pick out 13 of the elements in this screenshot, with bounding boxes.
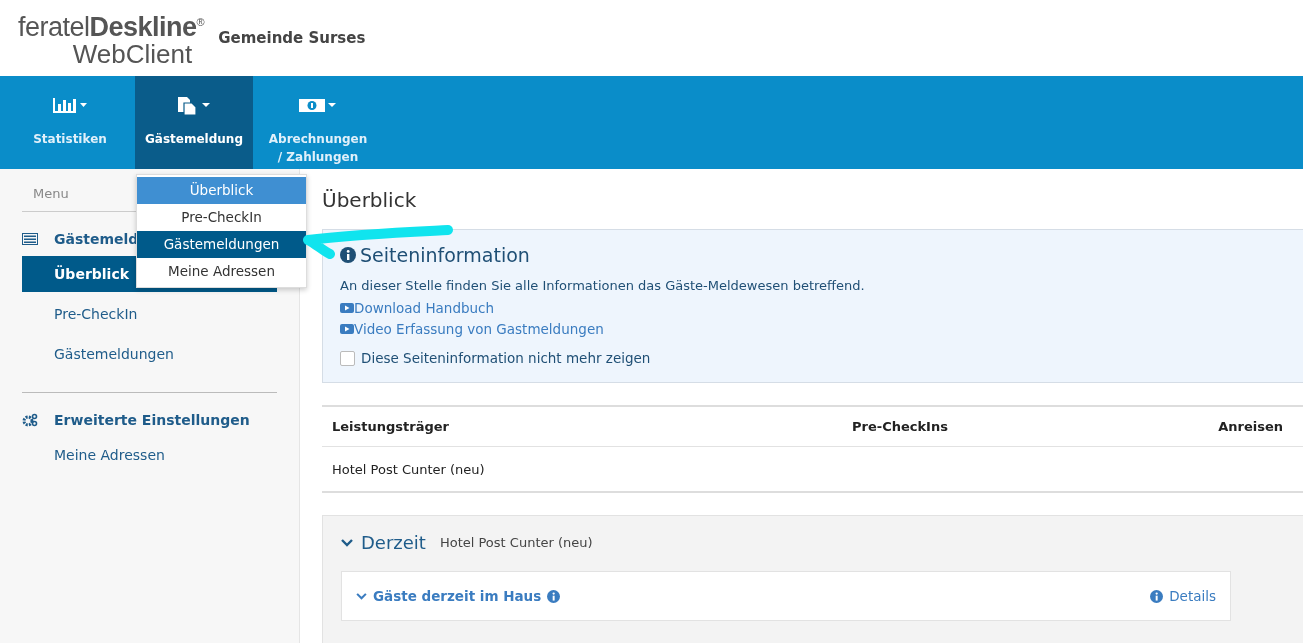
page-title: Überblick (322, 188, 418, 212)
column-header: Pre-CheckIns (851, 419, 949, 434)
checkbox-label: Diese Seiteninformation nicht mehr zeigen (361, 350, 651, 366)
organization-name: Gemeinde Surses (218, 29, 366, 47)
section-subtitle: Hotel Post Cunter (neu) (439, 535, 593, 550)
info-text: An dieser Stelle finden Sie alle Informationen das Gäste-Meldewesen betreffend. (340, 278, 866, 293)
logo-text: feratelDeskline$^{®}$ (18, 12, 205, 42)
column-header: Anreisen (1217, 419, 1284, 434)
logo-subtitle: WebClient (72, 41, 193, 67)
column-header: Leistungsträger (331, 419, 450, 434)
table-cell-text: Hotel Post Cunter (neu) (331, 461, 486, 477)
info-title: Seiteninformation (360, 244, 530, 266)
section-title: Derzeit (361, 532, 426, 553)
